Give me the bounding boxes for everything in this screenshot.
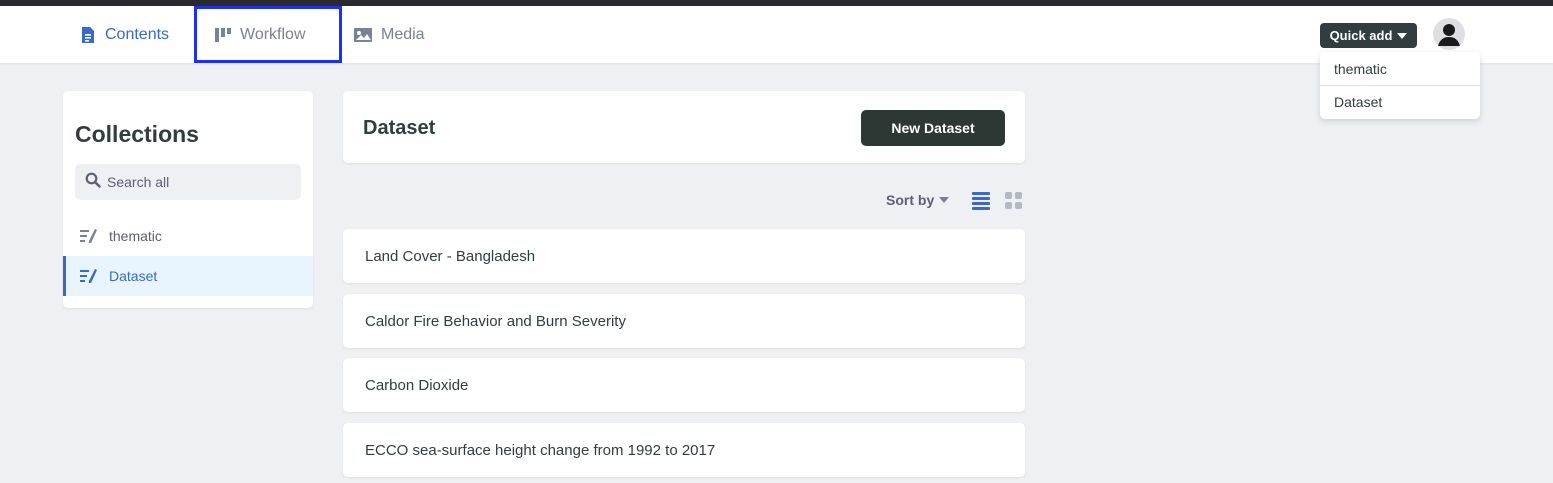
list-item[interactable]: Land Cover - Bangladesh [343,229,1025,283]
quick-add-button[interactable]: Quick add [1320,23,1417,48]
caret-down-icon [1397,32,1408,39]
new-dataset-button[interactable]: New Dataset [861,110,1005,146]
search-box [75,164,301,200]
sidebar-item-dataset[interactable]: Dataset [63,256,313,296]
caret-down-icon [939,197,950,203]
tab-media[interactable]: Media [353,6,425,63]
quick-add-label: Quick add [1329,28,1393,43]
list-item[interactable]: Caldor Fire Behavior and Burn Severity [343,294,1025,348]
list-view-icon [972,192,990,210]
image-icon [353,26,373,44]
document-icon [79,26,97,44]
grid-view-toggle[interactable] [1004,191,1023,215]
tab-contents-label: Contents [105,25,170,43]
tab-workflow[interactable]: Workflow [194,6,342,63]
sort-by-dropdown[interactable]: Sort by [886,191,950,209]
collections-sidebar: Collections thematic Dataset [63,91,313,308]
collection-icon [79,228,99,244]
collection-header: Dataset New Dataset [343,91,1025,163]
avatar[interactable] [1433,18,1465,50]
search-input[interactable] [107,174,287,190]
list-view-toggle[interactable] [971,191,991,215]
sidebar-item-label: thematic [109,228,162,244]
list-item[interactable]: Carbon Dioxide [343,358,1025,412]
tab-contents[interactable]: Contents [79,6,169,63]
user-icon [1438,24,1460,46]
quick-add-menu: thematic Dataset [1320,52,1480,119]
workflow-icon [214,26,232,44]
sort-by-label: Sort by [886,192,935,208]
list-item[interactable]: ECCO sea-surface height change from 1992… [343,423,1025,477]
tab-media-label: Media [381,25,425,43]
quick-add-item-dataset[interactable]: Dataset [1320,85,1480,118]
grid-view-icon [1005,192,1022,209]
quick-add-item-thematic[interactable]: thematic [1320,52,1480,85]
sidebar-item-thematic[interactable]: thematic [63,216,313,256]
tab-workflow-label: Workflow [240,25,306,43]
collection-icon [79,268,99,284]
search-icon [85,172,101,193]
page-title: Dataset [363,117,436,139]
sidebar-title: Collections [75,121,199,147]
sidebar-item-label: Dataset [109,268,158,284]
